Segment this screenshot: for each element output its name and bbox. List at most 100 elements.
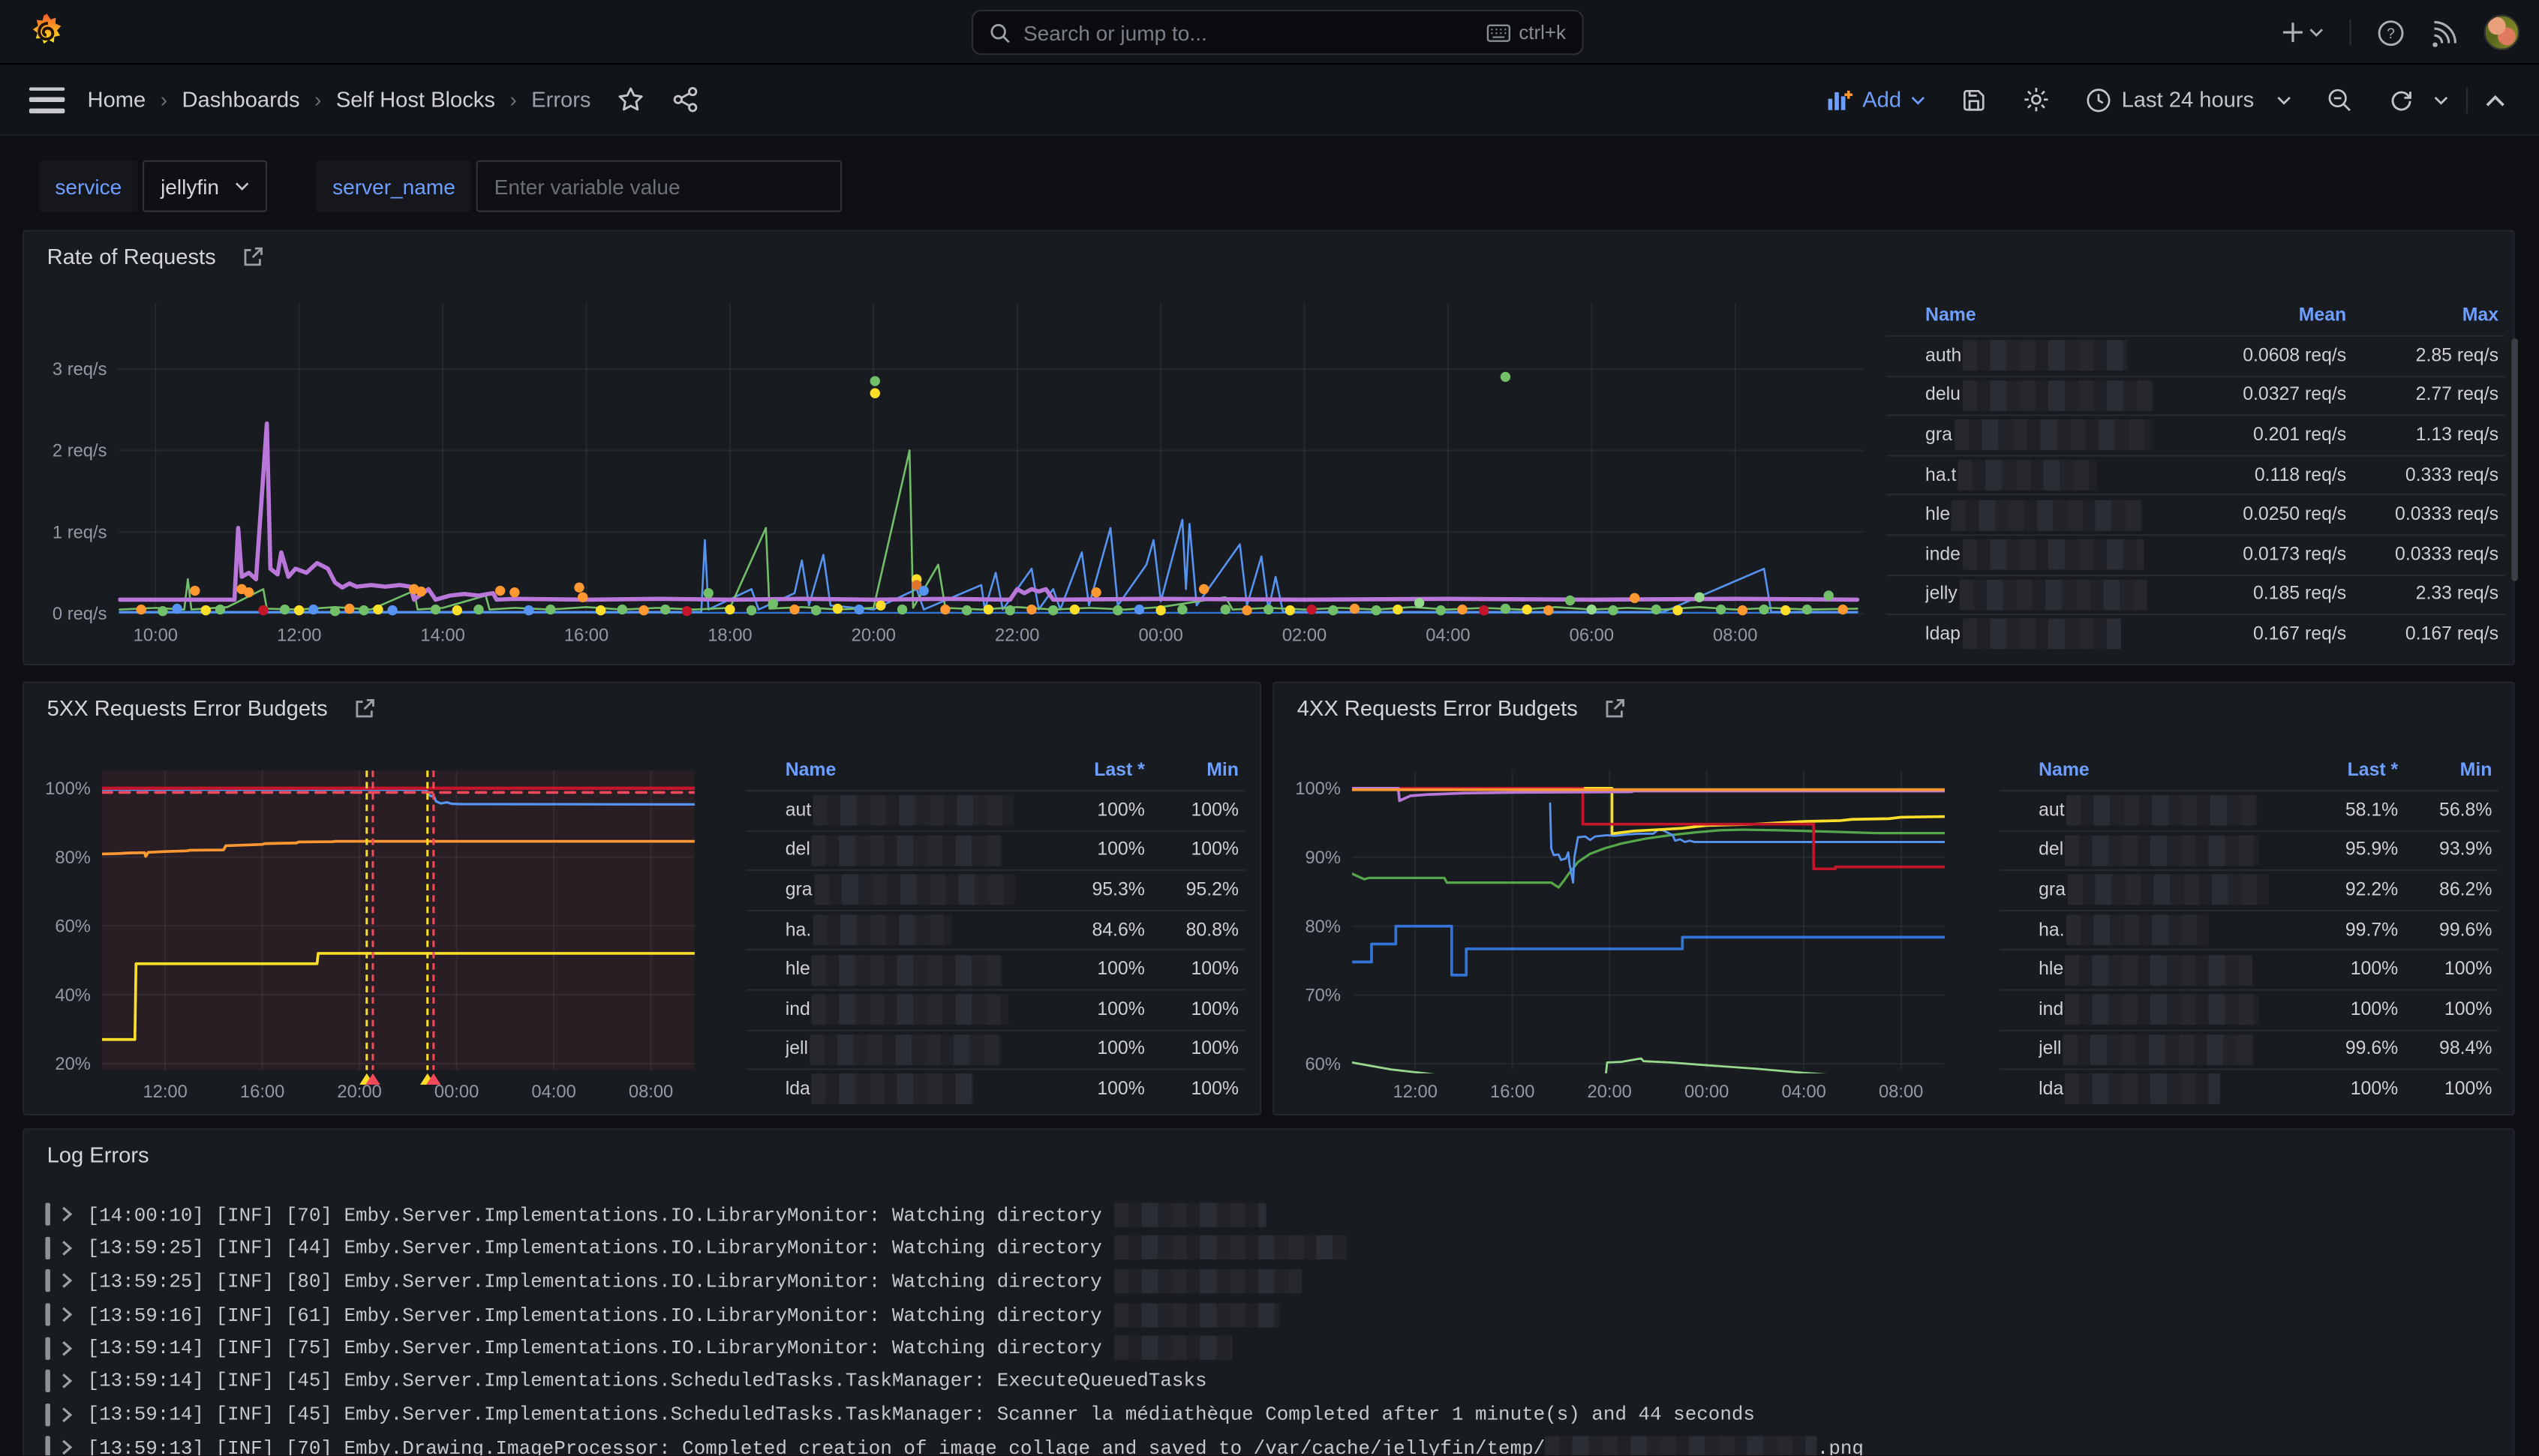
series-name[interactable]: hle xyxy=(2039,955,2297,986)
expand-chevron-icon[interactable] xyxy=(62,1240,73,1256)
series-name[interactable]: jelly xyxy=(1925,579,2171,610)
series-name[interactable]: gra xyxy=(2039,875,2297,905)
series-name[interactable]: aut xyxy=(2039,795,2297,826)
refresh-button[interactable] xyxy=(2371,86,2466,113)
panel-header[interactable]: 4XX Requests Error Budgets xyxy=(1297,696,1627,720)
err5xx-chart-canvas[interactable]: 20%40%60%80%100%12:0016:0020:0000:0004:0… xyxy=(38,741,750,1117)
redacted-blur xyxy=(1954,420,2151,451)
dashboard-settings-button[interactable] xyxy=(2005,86,2068,113)
series-name[interactable]: lda xyxy=(2039,1074,2297,1105)
expand-chevron-icon[interactable] xyxy=(62,1206,73,1223)
legend-row: gra92.2%86.2% xyxy=(2000,869,2498,909)
kiosk-mode-button[interactable] xyxy=(2468,93,2522,106)
err4xx-chart-canvas[interactable]: 60%70%80%90%100%12:0016:0020:0000:0004:0… xyxy=(1288,741,2000,1117)
legend-row: jelly0.185 req/s2.33 req/s xyxy=(1886,574,2504,614)
series-name[interactable]: lda xyxy=(786,1074,1044,1105)
favorite-star-icon[interactable] xyxy=(617,86,645,113)
series-name[interactable]: delu xyxy=(1925,380,2171,411)
breadcrumb-folder[interactable]: Self Host Blocks xyxy=(336,88,495,112)
log-message: [13:59:14] [INF] [75] Emby.Server.Implem… xyxy=(88,1336,1232,1360)
series-name[interactable]: ind xyxy=(2039,995,2297,1025)
zoom-out-time-button[interactable] xyxy=(2309,86,2371,113)
series-value-1: 100% xyxy=(1044,960,1151,980)
legend-scrollbar[interactable] xyxy=(2511,338,2518,581)
log-row[interactable]: [13:59:25] [INF] [80] Emby.Server.Implem… xyxy=(45,1265,2496,1298)
redacted-blur xyxy=(812,1074,974,1105)
series-name[interactable]: auth xyxy=(1925,341,2171,371)
log-row[interactable]: [14:00:10] [INF] [70] Emby.Server.Implem… xyxy=(45,1198,2496,1231)
series-name[interactable]: ha.t xyxy=(1925,460,2171,491)
series-name[interactable]: jell xyxy=(786,1034,1044,1065)
panel-header[interactable]: 5XX Requests Error Budgets xyxy=(47,696,377,720)
news-icon[interactable] xyxy=(2430,19,2458,47)
add-label: Add xyxy=(1862,88,1901,112)
series-name[interactable]: ha. xyxy=(2039,915,2297,946)
breadcrumb-separator: › xyxy=(509,88,516,112)
expand-chevron-icon[interactable] xyxy=(62,1340,73,1356)
help-icon[interactable]: ? xyxy=(2377,19,2405,47)
dashboard-toolbar: Home › Dashboards › Self Host Blocks › E… xyxy=(0,65,2539,136)
legend-header: NameLast *Min xyxy=(747,751,1245,790)
time-range-picker[interactable]: Last 24 hours xyxy=(2068,86,2309,113)
series-name[interactable]: del xyxy=(2039,835,2297,866)
series-name[interactable]: hle xyxy=(1925,500,2171,530)
external-link-icon[interactable] xyxy=(242,245,264,268)
series-value-1: 0.0327 req/s xyxy=(2171,386,2353,405)
expand-chevron-icon[interactable] xyxy=(62,1440,73,1456)
series-name[interactable]: aut xyxy=(786,795,1044,826)
new-menu-button[interactable] xyxy=(2282,21,2324,44)
menu-toggle-button[interactable] xyxy=(29,86,65,113)
variable-select-service[interactable]: jellyfin xyxy=(143,161,267,212)
external-link-icon[interactable] xyxy=(1603,697,1626,719)
breadcrumb-home[interactable]: Home xyxy=(88,88,146,112)
svg-text:60%: 60% xyxy=(1305,1055,1340,1074)
share-icon[interactable] xyxy=(672,86,699,113)
search-placeholder: Search or jump to... xyxy=(1023,20,1474,44)
log-message: [13:59:16] [INF] [61] Emby.Server.Implem… xyxy=(88,1302,1279,1326)
expand-chevron-icon[interactable] xyxy=(62,1273,73,1289)
series-name[interactable]: gra xyxy=(1925,420,2171,451)
expand-chevron-icon[interactable] xyxy=(62,1307,73,1323)
add-button[interactable]: Add xyxy=(1809,88,1943,112)
breadcrumb-dashboards[interactable]: Dashboards xyxy=(182,88,299,112)
log-row[interactable]: [13:59:25] [INF] [44] Emby.Server.Implem… xyxy=(45,1231,2496,1264)
series-name[interactable]: gra xyxy=(786,875,1044,905)
variable-input-server-name[interactable]: Enter variable value xyxy=(476,161,843,212)
series-value-2: 0.0333 req/s xyxy=(2353,545,2505,565)
series-name[interactable]: ind xyxy=(786,995,1044,1025)
save-dashboard-button[interactable] xyxy=(1943,86,2005,113)
log-row[interactable]: [13:59:14] [INF] [45] Emby.Server.Implem… xyxy=(45,1364,2496,1397)
rate-chart-canvas[interactable]: 0 req/s1 req/s2 req/s3 req/s10:0012:0014… xyxy=(41,290,1876,652)
log-row[interactable]: [13:59:14] [INF] [45] Emby.Server.Implem… xyxy=(45,1398,2496,1431)
series-name[interactable]: hle xyxy=(786,955,1044,986)
redacted-blur xyxy=(2066,795,2258,826)
external-link-icon[interactable] xyxy=(353,697,376,719)
grafana-logo-icon[interactable] xyxy=(26,11,68,53)
svg-text:14:00: 14:00 xyxy=(420,626,464,646)
series-value-1: 100% xyxy=(2297,1079,2404,1099)
series-name[interactable]: del xyxy=(786,835,1044,866)
expand-chevron-icon[interactable] xyxy=(62,1373,73,1390)
log-row[interactable]: [13:59:14] [INF] [75] Emby.Server.Implem… xyxy=(45,1331,2496,1364)
svg-text:90%: 90% xyxy=(1305,848,1340,868)
series-value-2: 0.167 req/s xyxy=(2353,625,2505,644)
add-panel-icon xyxy=(1827,89,1853,111)
series-name[interactable]: inde xyxy=(1925,539,2171,570)
search-input[interactable]: Search or jump to... ctrl+k xyxy=(972,10,1584,55)
svg-text:20:00: 20:00 xyxy=(337,1082,381,1102)
redacted-blur xyxy=(2065,835,2259,866)
log-lines-list: [14:00:10] [INF] [70] Emby.Server.Implem… xyxy=(45,1198,2496,1455)
time-range-label: Last 24 hours xyxy=(2122,88,2255,112)
redacted-blur xyxy=(1113,1202,1266,1226)
user-avatar[interactable] xyxy=(2484,14,2519,50)
panel-header[interactable]: Rate of Requests xyxy=(47,245,265,269)
panel-header[interactable]: Log Errors xyxy=(47,1143,149,1167)
log-row[interactable]: [13:59:13] [INF] [70] Emby.Drawing.Image… xyxy=(45,1431,2496,1455)
series-name[interactable]: ha. xyxy=(786,915,1044,946)
log-row[interactable]: [13:59:16] [INF] [61] Emby.Server.Implem… xyxy=(45,1298,2496,1331)
series-name[interactable]: ldap xyxy=(1925,619,2171,650)
svg-text:80%: 80% xyxy=(55,848,90,868)
legend-col-1: Last * xyxy=(1044,761,1151,780)
series-name[interactable]: jell xyxy=(2039,1034,2297,1065)
expand-chevron-icon[interactable] xyxy=(62,1406,73,1423)
